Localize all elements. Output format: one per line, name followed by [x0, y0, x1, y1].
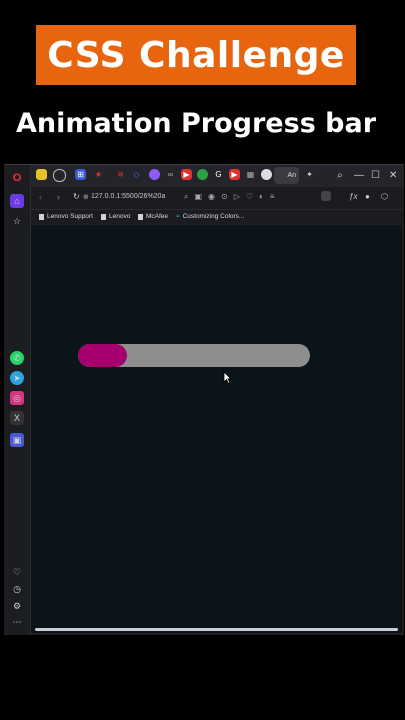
horizontal-scrollbar[interactable]	[35, 628, 398, 631]
opera-logo-icon[interactable]: O	[10, 171, 24, 185]
browser-window: O ⌂ ☆ ✆ ➤ ◎ X ▣ ♡ ◷ ⚙ ⋯ ⊞ ★ ≋ ◇ ∞ ▶ G ▶ …	[4, 164, 404, 635]
tab-favicon[interactable]: G	[213, 169, 224, 180]
page-icon	[138, 213, 143, 220]
bookmark-label: McAfee	[146, 213, 169, 220]
tab-favicon[interactable]	[36, 169, 47, 180]
more-icon[interactable]: ⋯	[10, 615, 24, 629]
page-icon	[39, 213, 44, 220]
maximize-icon[interactable]: ☐	[371, 170, 380, 181]
bookmark-item[interactable]: ≈ Customizing Colors...	[176, 213, 244, 220]
tab-favicon[interactable]: ≋	[115, 169, 126, 180]
telegram-icon[interactable]: ➤	[10, 371, 24, 385]
reload-icon[interactable]: ↻	[73, 192, 80, 201]
tab-favicon[interactable]: ◇	[131, 169, 142, 180]
close-icon[interactable]: ✕	[389, 170, 397, 181]
star-icon[interactable]: ☆	[10, 214, 24, 228]
tailwind-icon: ≈	[176, 213, 180, 220]
whatsapp-icon[interactable]: ✆	[10, 351, 24, 365]
bookmark-item[interactable]: Lenovo Support	[39, 213, 93, 220]
site-info-icon[interactable]: ⊕	[83, 193, 89, 201]
challenge-title-banner: CSS Challenge	[36, 25, 356, 85]
new-tab-icon[interactable]: ✦	[304, 169, 315, 180]
home-icon[interactable]: ⌂	[10, 194, 24, 208]
bookmark-label: Lenovo Support	[47, 213, 93, 220]
page-icon	[101, 213, 106, 220]
progress-track	[78, 344, 310, 367]
extension-box-icon[interactable]: ⬡	[381, 192, 388, 201]
search-tabs-icon[interactable]: ⌕	[337, 170, 343, 181]
heart-icon[interactable]: ♡	[10, 565, 24, 579]
url-input[interactable]: 127.0.0.1:5500/26%20a	[91, 193, 165, 200]
bookmark-item[interactable]: McAfee	[138, 213, 168, 220]
settings-icon[interactable]: ⚙	[10, 599, 24, 613]
tab-favicon[interactable]	[197, 169, 208, 180]
tab-favicon[interactable]: ▶	[229, 169, 240, 180]
bookmark-item[interactable]: Lenovo	[101, 213, 130, 220]
extension-fx-icon[interactable]: ƒx	[349, 192, 357, 201]
browser-sidebar: O ⌂ ☆ ✆ ➤ ◎ X ▣ ♡ ◷ ⚙ ⋯	[4, 165, 31, 635]
tab-favicon[interactable]: ▦	[245, 169, 256, 180]
forward-icon[interactable]: ›	[57, 192, 60, 202]
address-bar: ‹ › ↻ ⊕ 127.0.0.1:5500/26%20a ⌕▣◉⊙▷♡◐≡ ƒ…	[31, 187, 404, 210]
mouse-cursor-icon	[223, 371, 232, 384]
tab-favicon[interactable]: ★	[93, 169, 104, 180]
tab-active[interactable]: An	[274, 167, 299, 184]
tab-favicon[interactable]	[53, 169, 66, 182]
address-actions-icon[interactable]: ⌕▣◉⊙▷♡◐≡	[184, 192, 281, 202]
tab-favicon[interactable]: ∞	[165, 169, 176, 180]
progress-fill	[78, 344, 127, 367]
bookmarks-bar: Lenovo Support Lenovo McAfee ≈ Customizin…	[31, 210, 404, 224]
tab-active-label: An	[287, 172, 296, 179]
extension-icon[interactable]: ●	[365, 192, 370, 201]
instagram-icon[interactable]: ◎	[10, 391, 24, 405]
x-icon[interactable]: X	[10, 411, 24, 425]
tab-favicon[interactable]	[149, 169, 160, 180]
profile-icon[interactable]	[321, 191, 331, 201]
bookmark-label: Lenovo	[109, 213, 131, 220]
back-icon[interactable]: ‹	[39, 192, 42, 202]
minimize-icon[interactable]: —	[354, 170, 364, 181]
tab-favicon[interactable]	[261, 169, 272, 180]
page-viewport	[31, 225, 402, 633]
challenge-subtitle: Animation Progress bar	[15, 108, 377, 139]
tab-favicon[interactable]: ⊞	[75, 169, 86, 180]
history-icon[interactable]: ◷	[10, 582, 24, 596]
tab-favicon[interactable]: ▶	[181, 169, 192, 180]
extension-icon[interactable]: ▣	[10, 433, 24, 447]
bookmark-label: Customizing Colors...	[182, 213, 245, 220]
tab-bar: ⊞ ★ ≋ ◇ ∞ ▶ G ▶ ▦ An ✦ ⌕ — ☐ ✕	[31, 165, 404, 187]
